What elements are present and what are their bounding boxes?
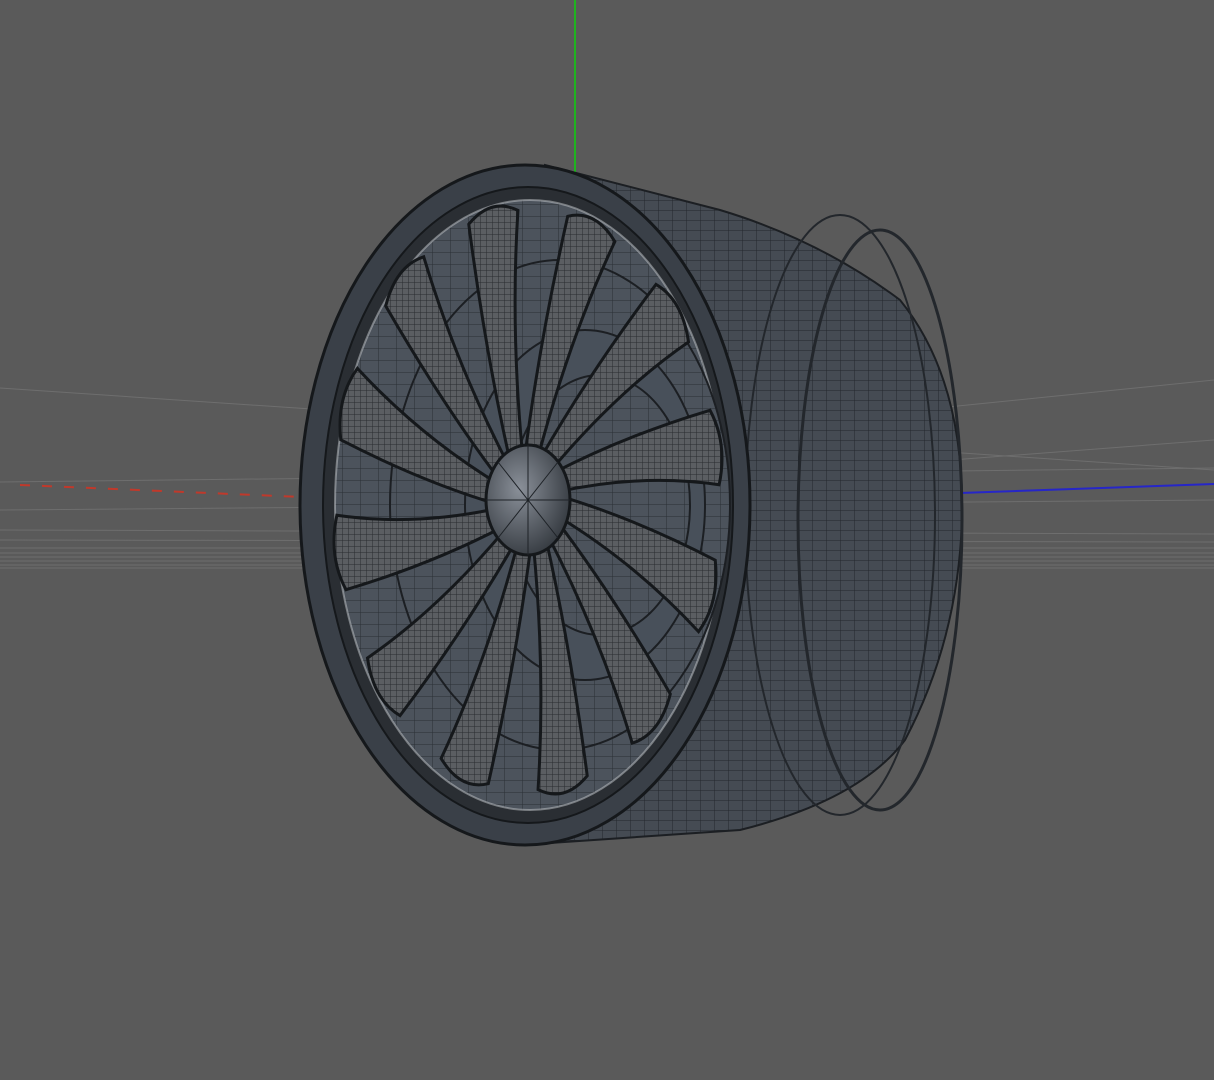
- viewport-canvas[interactable]: [0, 0, 1214, 1080]
- wheel-rim-model[interactable]: [298, 163, 964, 847]
- 3d-viewport[interactable]: [0, 0, 1214, 1080]
